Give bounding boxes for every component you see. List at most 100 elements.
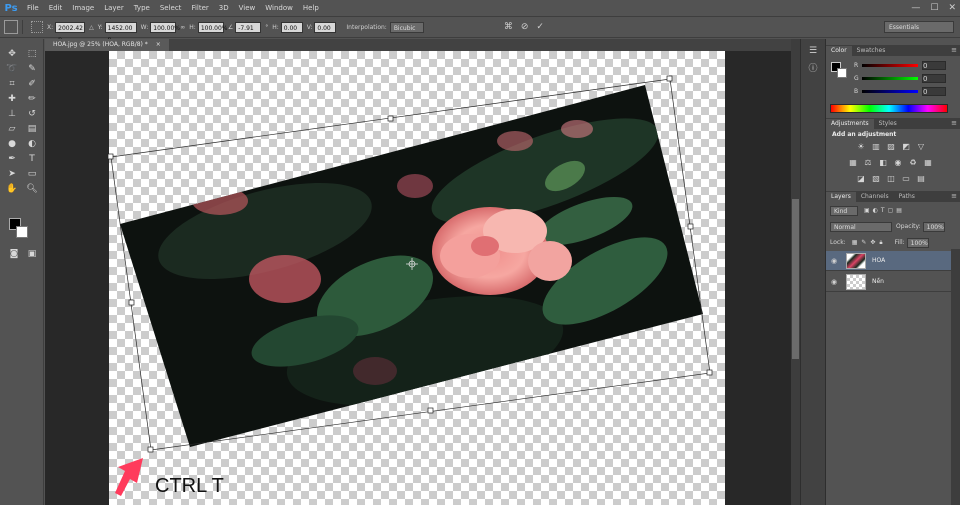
screen-mode-icon[interactable]: ▣ (24, 249, 40, 260)
vskew-field[interactable]: 0.00 (314, 21, 337, 33)
properties-panel-icon[interactable]: ⓘ (806, 63, 820, 75)
commit-transform-icon[interactable]: ✓ (536, 22, 544, 32)
green-value[interactable]: 0 (922, 73, 946, 83)
pen-tool-icon[interactable]: ✒ (4, 154, 20, 165)
marquee-tool-icon[interactable]: ⬚ (24, 49, 40, 60)
warp-icon[interactable]: ⌘ (504, 22, 513, 32)
menu-type[interactable]: Type (129, 0, 155, 16)
color-balance-icon[interactable]: ⚖ (863, 158, 873, 168)
blend-mode-select[interactable]: Normal (830, 221, 892, 232)
tab-channels[interactable]: Channels (856, 192, 894, 202)
cancel-transform-icon[interactable]: ⊘ (521, 22, 529, 32)
tab-swatches[interactable]: Swatches (852, 46, 891, 56)
posterize-icon[interactable]: ▧ (871, 174, 881, 184)
transform-handle[interactable] (706, 369, 713, 376)
brush-tool-icon[interactable]: ✏ (24, 94, 40, 105)
transform-handle[interactable] (147, 446, 154, 453)
eye-icon[interactable]: ◉ (828, 278, 840, 286)
scrollbar-thumb[interactable] (792, 199, 799, 359)
history-brush-icon[interactable]: ↺ (24, 109, 40, 120)
menu-view[interactable]: View (234, 0, 261, 16)
move-tool-icon[interactable]: ✥ (4, 49, 20, 60)
panel-menu-icon[interactable]: ≡ (951, 45, 957, 55)
tab-adjustments[interactable]: Adjustments (826, 119, 874, 129)
minimize-button[interactable]: — (911, 3, 920, 13)
menu-help[interactable]: Help (298, 0, 324, 16)
transform-handle[interactable] (687, 223, 694, 230)
background-color-swatch[interactable] (16, 226, 28, 238)
channel-mixer-icon[interactable]: ♻ (908, 158, 918, 168)
threshold-icon[interactable]: ◫ (886, 174, 896, 184)
history-panel-icon[interactable]: ☰ (806, 45, 820, 57)
layer-filter-icons[interactable]: ▣◐T▢▤ (864, 207, 905, 214)
menu-edit[interactable]: Edit (44, 0, 68, 16)
color-bg-swatch[interactable] (837, 68, 847, 78)
menu-3d[interactable]: 3D (214, 0, 234, 16)
transform-handle[interactable] (387, 115, 394, 122)
width-field[interactable]: 100.00% (150, 21, 180, 33)
transform-handle[interactable] (427, 407, 434, 414)
red-bar[interactable] (862, 63, 918, 67)
gradient-tool-icon[interactable]: ▤ (24, 124, 40, 135)
levels-icon[interactable]: ▥ (871, 142, 881, 152)
quick-select-tool-icon[interactable]: ✎ (24, 64, 40, 75)
selective-color-icon[interactable]: ▤ (916, 174, 926, 184)
brightness-icon[interactable]: ☀ (856, 142, 866, 152)
eye-icon[interactable]: ◉ (828, 257, 840, 265)
curves-icon[interactable]: ▨ (886, 142, 896, 152)
blue-value[interactable]: 0 (922, 86, 946, 96)
layer-row[interactable]: ◉ Nền (826, 272, 951, 292)
y-field[interactable]: 1452.00 p (104, 21, 137, 43)
panel-menu-icon[interactable]: ≡ (951, 191, 957, 201)
menu-layer[interactable]: Layer (99, 0, 129, 16)
crop-tool-icon[interactable]: ⌗ (4, 79, 20, 90)
tab-color[interactable]: Color (826, 46, 852, 56)
menu-select[interactable]: Select (155, 0, 187, 16)
green-bar[interactable] (862, 76, 918, 80)
link-icon[interactable]: ∞ (180, 24, 185, 31)
vibrance-icon[interactable]: ▽ (916, 142, 926, 152)
tab-layers[interactable]: Layers (826, 192, 856, 202)
shape-tool-icon[interactable]: ▭ (24, 169, 40, 180)
dodge-tool-icon[interactable]: ◐ (24, 139, 40, 150)
eyedropper-tool-icon[interactable]: ✐ (24, 79, 40, 90)
lasso-tool-icon[interactable]: ➰ (4, 64, 20, 75)
opacity-field[interactable]: 100% (922, 221, 945, 232)
hue-saturation-icon[interactable]: ▦ (848, 158, 858, 168)
close-window-button[interactable]: ✕ (948, 3, 956, 13)
hand-tool-icon[interactable]: ✋ (4, 184, 20, 195)
hskew-field[interactable]: 0.00 (280, 21, 303, 33)
healing-tool-icon[interactable]: ✚ (4, 94, 20, 105)
canvas-scrollbar[interactable] (791, 39, 800, 505)
blue-slider[interactable]: B 0 (854, 86, 958, 96)
layers-scrollbar[interactable] (951, 249, 960, 505)
eraser-tool-icon[interactable]: ▱ (4, 124, 20, 135)
lock-icons[interactable]: ▦✎✥🔒︎ (852, 239, 887, 247)
type-tool-icon[interactable]: T (24, 154, 40, 165)
close-tab-icon[interactable]: × (156, 41, 161, 48)
tab-paths[interactable]: Paths (894, 192, 920, 202)
transform-tool-icon[interactable] (4, 20, 18, 34)
exposure-icon[interactable]: ◩ (901, 142, 911, 152)
x-field[interactable]: 2002.42 p (55, 21, 86, 43)
blur-tool-icon[interactable]: ● (4, 139, 20, 150)
color-lookup-icon[interactable]: ▦ (923, 158, 933, 168)
invert-icon[interactable]: ◪ (856, 174, 866, 184)
menu-image[interactable]: Image (67, 0, 99, 16)
height-field[interactable]: 100.00% (197, 21, 228, 33)
maximize-button[interactable]: ☐ (930, 3, 938, 13)
tab-styles[interactable]: Styles (874, 119, 902, 129)
zoom-tool-icon[interactable]: 🔍︎ (24, 184, 40, 195)
document-tab[interactable]: HOA.jpg @ 25% (HOA, RGB/8) * × (45, 39, 169, 51)
photo-filter-icon[interactable]: ◉ (893, 158, 903, 168)
menu-file[interactable]: File (22, 0, 44, 16)
layer-row[interactable]: ◉ HOA (826, 251, 951, 271)
path-select-tool-icon[interactable]: ➤ (4, 169, 20, 180)
stamp-tool-icon[interactable]: ⊥ (4, 109, 20, 120)
red-slider[interactable]: R 0 (854, 60, 958, 70)
menu-filter[interactable]: Filter (186, 0, 213, 16)
color-spectrum[interactable] (830, 104, 948, 113)
menu-window[interactable]: Window (260, 0, 298, 16)
transformed-photo[interactable] (45, 51, 791, 505)
blue-bar[interactable] (862, 89, 918, 93)
